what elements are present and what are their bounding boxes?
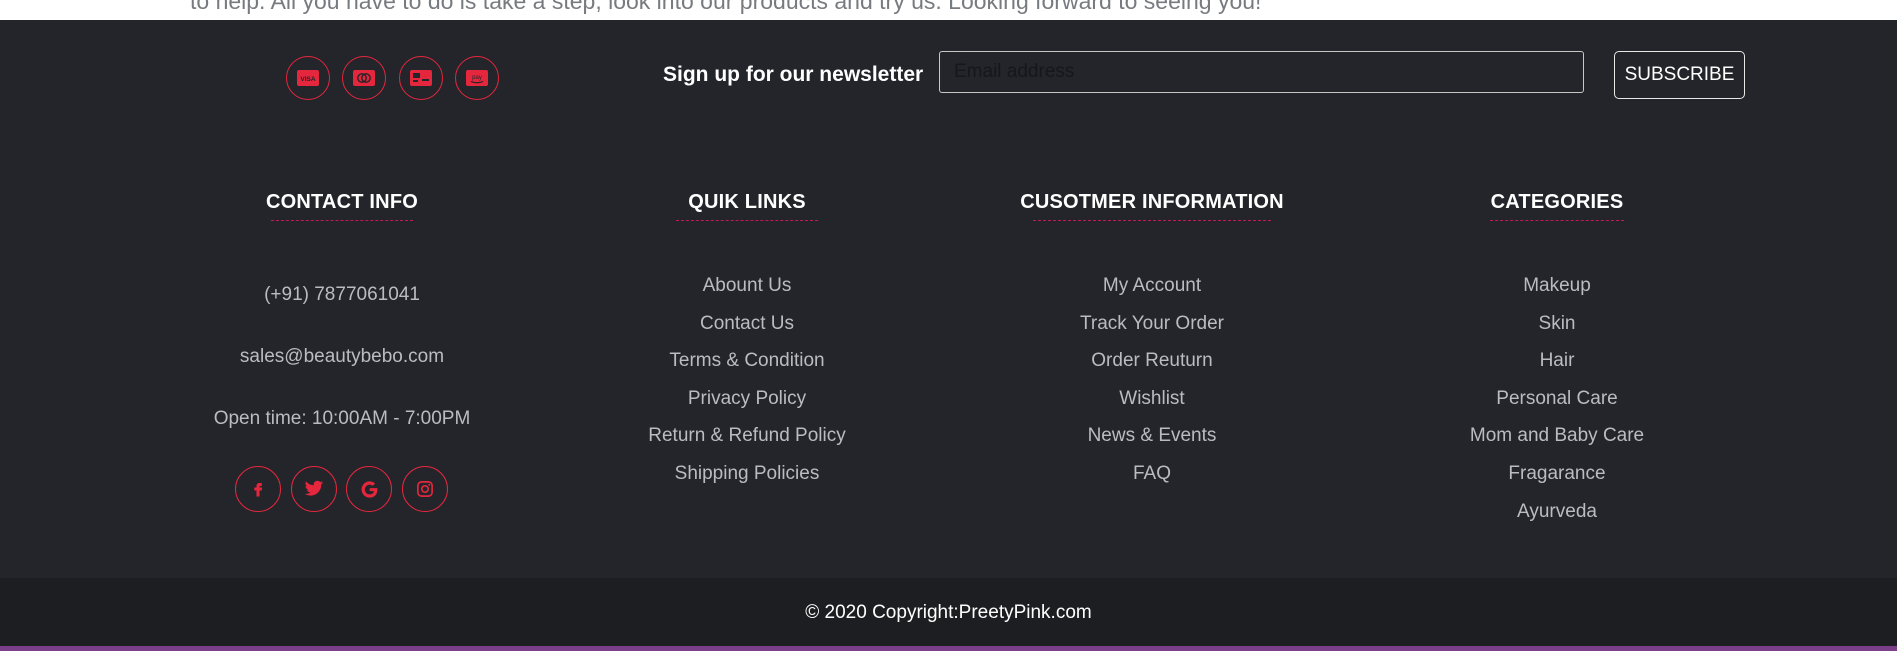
newsletter-label: Sign up for our newsletter	[663, 63, 924, 86]
bottom-accent-line	[0, 646, 1897, 651]
email-input[interactable]	[939, 51, 1584, 93]
mastercard-icon	[342, 56, 386, 100]
intro-strip: to help. All you have to do is take a st…	[0, 0, 1897, 20]
quick-links-column: QUIK LINKS Abount Us Contact Us Terms & …	[537, 190, 957, 493]
category-link-skin[interactable]: Skin	[1347, 305, 1767, 343]
categories-divider	[1490, 220, 1624, 221]
category-link-makeup[interactable]: Makeup	[1347, 267, 1767, 305]
intro-text: to help. All you have to do is take a st…	[190, 0, 1262, 14]
quick-links-divider	[676, 220, 818, 221]
customer-link-news[interactable]: News & Events	[942, 417, 1362, 455]
quick-link-contact[interactable]: Contact Us	[537, 305, 957, 343]
customer-link-wishlist[interactable]: Wishlist	[942, 380, 1362, 418]
contact-info-title: CONTACT INFO	[265, 191, 418, 213]
contact-info-divider	[271, 220, 413, 221]
category-link-fragrance[interactable]: Fragarance	[1347, 455, 1767, 493]
contact-info-column: CONTACT INFO (+91) 7877061041 sales@beau…	[132, 190, 552, 510]
quick-links-title: QUIK LINKS	[688, 191, 806, 213]
contact-email[interactable]: sales@beautybebo.com	[132, 346, 552, 368]
contact-hours: Open time: 10:00AM - 7:00PM	[213, 408, 471, 429]
customer-info-divider	[1033, 220, 1271, 221]
quick-link-refund[interactable]: Return & Refund Policy	[537, 417, 957, 455]
customer-info-column: CUSOTMER INFORMATION My Account Track Yo…	[942, 190, 1362, 493]
quick-link-terms[interactable]: Terms & Condition	[537, 342, 957, 380]
visa-card-icon: VISA	[286, 56, 330, 100]
category-link-hair[interactable]: Hair	[1347, 342, 1767, 380]
amazon-pay-icon: pay	[455, 56, 499, 100]
category-link-personal-care[interactable]: Personal Care	[1347, 380, 1767, 418]
copyright-text: © 2020 Copyright:PreetyPink.com	[805, 602, 1092, 623]
site-footer: VISA pay Sign up for our newsletter SUBS…	[0, 20, 1897, 578]
copyright-bar: © 2020 Copyright:PreetyPink.com	[0, 578, 1897, 646]
facebook-icon[interactable]	[235, 466, 281, 512]
svg-text:pay: pay	[472, 75, 482, 81]
subscribe-button[interactable]: SUBSCRIBE	[1614, 51, 1745, 99]
quick-links-list: Abount Us Contact Us Terms & Condition P…	[537, 267, 957, 493]
twitter-icon[interactable]	[291, 466, 337, 512]
categories-column: CATEGORIES Makeup Skin Hair Personal Car…	[1347, 190, 1767, 530]
customer-link-account[interactable]: My Account	[942, 267, 1362, 305]
discover-card-icon	[399, 56, 443, 100]
category-link-ayurveda[interactable]: Ayurveda	[1347, 493, 1767, 531]
quick-link-privacy[interactable]: Privacy Policy	[537, 380, 957, 418]
categories-list: Makeup Skin Hair Personal Care Mom and B…	[1347, 267, 1767, 530]
instagram-icon[interactable]	[402, 466, 448, 512]
categories-title: CATEGORIES	[1490, 191, 1624, 213]
customer-info-title: CUSOTMER INFORMATION	[1020, 191, 1284, 213]
customer-link-faq[interactable]: FAQ	[942, 455, 1362, 493]
contact-phone[interactable]: (+91) 7877061041	[132, 284, 552, 306]
quick-link-shipping[interactable]: Shipping Policies	[537, 455, 957, 493]
customer-link-order-return[interactable]: Order Reuturn	[942, 342, 1362, 380]
google-icon[interactable]	[346, 466, 392, 512]
quick-link-about[interactable]: Abount Us	[537, 267, 957, 305]
customer-info-list: My Account Track Your Order Order Reutur…	[942, 267, 1362, 493]
customer-link-track-order[interactable]: Track Your Order	[942, 305, 1362, 343]
svg-text:VISA: VISA	[300, 76, 315, 83]
category-link-mom-baby[interactable]: Mom and Baby Care	[1347, 417, 1767, 455]
